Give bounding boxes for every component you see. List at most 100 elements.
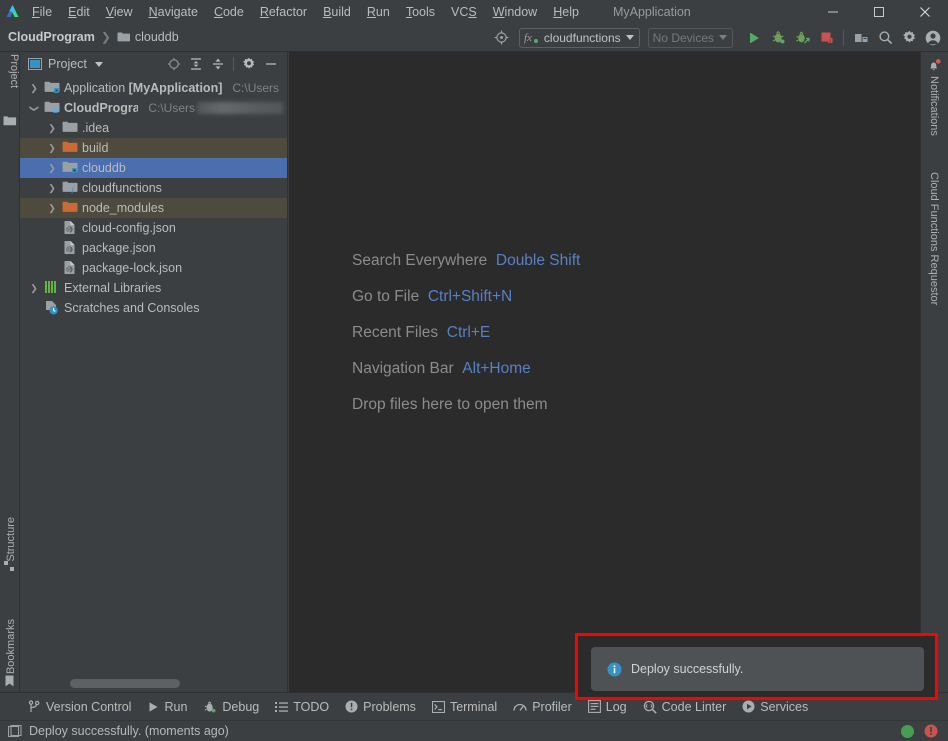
tool-window-button-services[interactable]: Services (738, 698, 820, 716)
stop-button[interactable]: s (815, 27, 837, 49)
tree-node-build[interactable]: ❯ build (20, 138, 287, 158)
tool-window-button-log[interactable]: Log (584, 698, 639, 716)
tree-node-external-libraries[interactable]: ❯ External Libraries (20, 278, 287, 298)
tool-window-button-debug[interactable]: Debug (199, 698, 271, 716)
tree-node-cloudprogram[interactable]: ❯ CloudProgram C:\Users (20, 98, 287, 118)
tree-node-label: build (82, 141, 109, 155)
tree-node-clouddb[interactable]: ❯ clouddb (20, 158, 287, 178)
target-icon[interactable] (491, 27, 513, 49)
svg-text:fx: fx (524, 32, 532, 44)
play-icon (147, 701, 159, 713)
sidebar-item-bookmarks[interactable]: Bookmarks (1, 619, 21, 674)
chevron-right-icon[interactable]: ❯ (46, 123, 58, 134)
tool-window-button-todo[interactable]: TODO (271, 698, 341, 716)
menu-item-navigate[interactable]: Navigate (141, 3, 206, 21)
folder-fx-icon: f (62, 180, 78, 196)
green-dot-icon[interactable] (901, 724, 914, 738)
info-icon (607, 662, 622, 677)
sidebar-item-project[interactable]: Project (0, 54, 20, 88)
status-message[interactable]: Deploy successfully. (moments ago) (29, 724, 229, 738)
tool-window-button-version-control[interactable]: Version Control (24, 698, 143, 716)
gear-icon[interactable] (898, 27, 920, 49)
tree-node-cloud-config-json[interactable]: {} cloud-config.json (20, 218, 287, 238)
close-button[interactable] (902, 0, 948, 23)
gear-icon[interactable] (239, 54, 259, 74)
tool-window-button-run[interactable]: Run (143, 698, 199, 716)
chevron-right-icon[interactable]: ❯ (46, 183, 58, 194)
project-tree[interactable]: ❯ Application [MyApplication] C:\Users ❯ Clo… (20, 78, 287, 692)
menu-item-vcs[interactable]: VCS (443, 3, 485, 21)
fx-icon: fx (524, 31, 539, 44)
tool-window-button-terminal[interactable]: Terminal (428, 698, 509, 716)
expand-all-icon[interactable] (186, 54, 206, 74)
menu-item-edit[interactable]: Edit (60, 3, 98, 21)
tree-node-label: package-lock.json (82, 261, 183, 275)
tree-node-idea[interactable]: ❯ .idea (20, 118, 287, 138)
problems-icon (345, 700, 358, 713)
error-circle-icon[interactable] (924, 724, 938, 738)
sidebar-item-cloud-functions-requestor[interactable]: Cloud Functions Requestor (925, 172, 943, 305)
minimize-button[interactable] (810, 0, 856, 23)
tree-node-package-lock-json[interactable]: {} package-lock.json (20, 258, 287, 278)
tree-node-node-modules[interactable]: ❯ node_modules (20, 198, 287, 218)
linter-icon (643, 700, 657, 714)
editor-empty-area[interactable]: Search Everywhere Double Shift Go to File… (289, 52, 920, 692)
menu-item-window[interactable]: Window (485, 3, 545, 21)
menu-item-refactor[interactable]: Refactor (252, 3, 315, 21)
notification-toast[interactable]: Deploy successfully. (591, 647, 924, 691)
chevron-down-icon[interactable] (94, 61, 103, 67)
tool-window-button-label: Version Control (46, 699, 132, 714)
sidebar-item-notifications[interactable]: Notifications (925, 76, 943, 136)
folder-orange-icon (62, 140, 78, 156)
run-configuration-selector[interactable]: fx cloudfunctions (518, 27, 640, 48)
chevron-right-icon[interactable]: ❯ (46, 163, 58, 174)
notifications-icon[interactable] (927, 58, 942, 78)
chevron-right-icon[interactable]: ❯ (28, 283, 40, 294)
collapse-all-icon[interactable] (208, 54, 228, 74)
menu-item-run[interactable]: Run (359, 3, 398, 21)
project-window-icon (28, 58, 42, 70)
maximize-button[interactable] (856, 0, 902, 23)
breadcrumb-item-clouddb[interactable]: clouddb (135, 30, 179, 44)
sidebar-item-structure[interactable]: Structure (1, 517, 21, 562)
tree-node-cloudfunctions[interactable]: ❯ f cloudfunctions (20, 178, 287, 198)
tool-window-button-problems[interactable]: Problems (341, 698, 428, 716)
run-button[interactable] (743, 27, 765, 49)
todo-icon (275, 701, 289, 713)
tool-window-button-profiler[interactable]: Profiler (509, 698, 584, 716)
chevron-down-icon[interactable]: ❯ (28, 103, 40, 114)
editor-tips: Search Everywhere Double Shift Go to File… (352, 252, 580, 414)
menu-item-view[interactable]: View (98, 3, 141, 21)
menu-item-tools[interactable]: Tools (398, 3, 443, 21)
event-log-icon[interactable] (4, 724, 22, 738)
chevron-right-icon[interactable]: ❯ (46, 143, 58, 154)
menu-item-build[interactable]: Build (315, 3, 359, 21)
folder-orange-icon (62, 200, 78, 216)
chevron-right-icon[interactable]: ❯ (46, 203, 58, 214)
attach-debugger-button[interactable] (791, 27, 813, 49)
search-icon[interactable] (874, 27, 896, 49)
avatar-icon[interactable] (922, 27, 944, 49)
editor-tip: Recent Files Ctrl+E (352, 324, 491, 341)
sidebar-item-label: Notifications (928, 76, 940, 136)
folder-icon (117, 31, 131, 43)
bug-icon (203, 700, 217, 714)
tree-node-scratches-and-consoles[interactable]: Scratches and Consoles (20, 298, 287, 318)
minus-icon[interactable] (261, 54, 281, 74)
navigation-bar: CloudProgram ❯ clouddb fx cloudfunctions (0, 23, 948, 52)
chevron-right-icon[interactable]: ❯ (28, 83, 40, 94)
device-selector[interactable]: No Devices (647, 27, 733, 48)
json-file-icon: {} (62, 260, 78, 276)
tree-node-package-json[interactable]: {} package.json (20, 238, 287, 258)
project-horizontal-scrollbar[interactable] (70, 679, 180, 688)
menu-item-file[interactable]: File (24, 3, 60, 21)
menu-item-help[interactable]: Help (545, 3, 587, 21)
locate-icon[interactable] (164, 54, 184, 74)
device-selector-label: No Devices (652, 30, 714, 45)
device-manager-icon[interactable] (850, 27, 872, 49)
debug-button[interactable] (767, 27, 789, 49)
tool-window-button-code-linter[interactable]: Code Linter (639, 698, 739, 716)
breadcrumb-item-project[interactable]: CloudProgram (8, 30, 95, 44)
menu-item-code[interactable]: Code (206, 3, 252, 21)
tree-node-application[interactable]: ❯ Application [MyApplication] C:\Users (20, 78, 287, 98)
